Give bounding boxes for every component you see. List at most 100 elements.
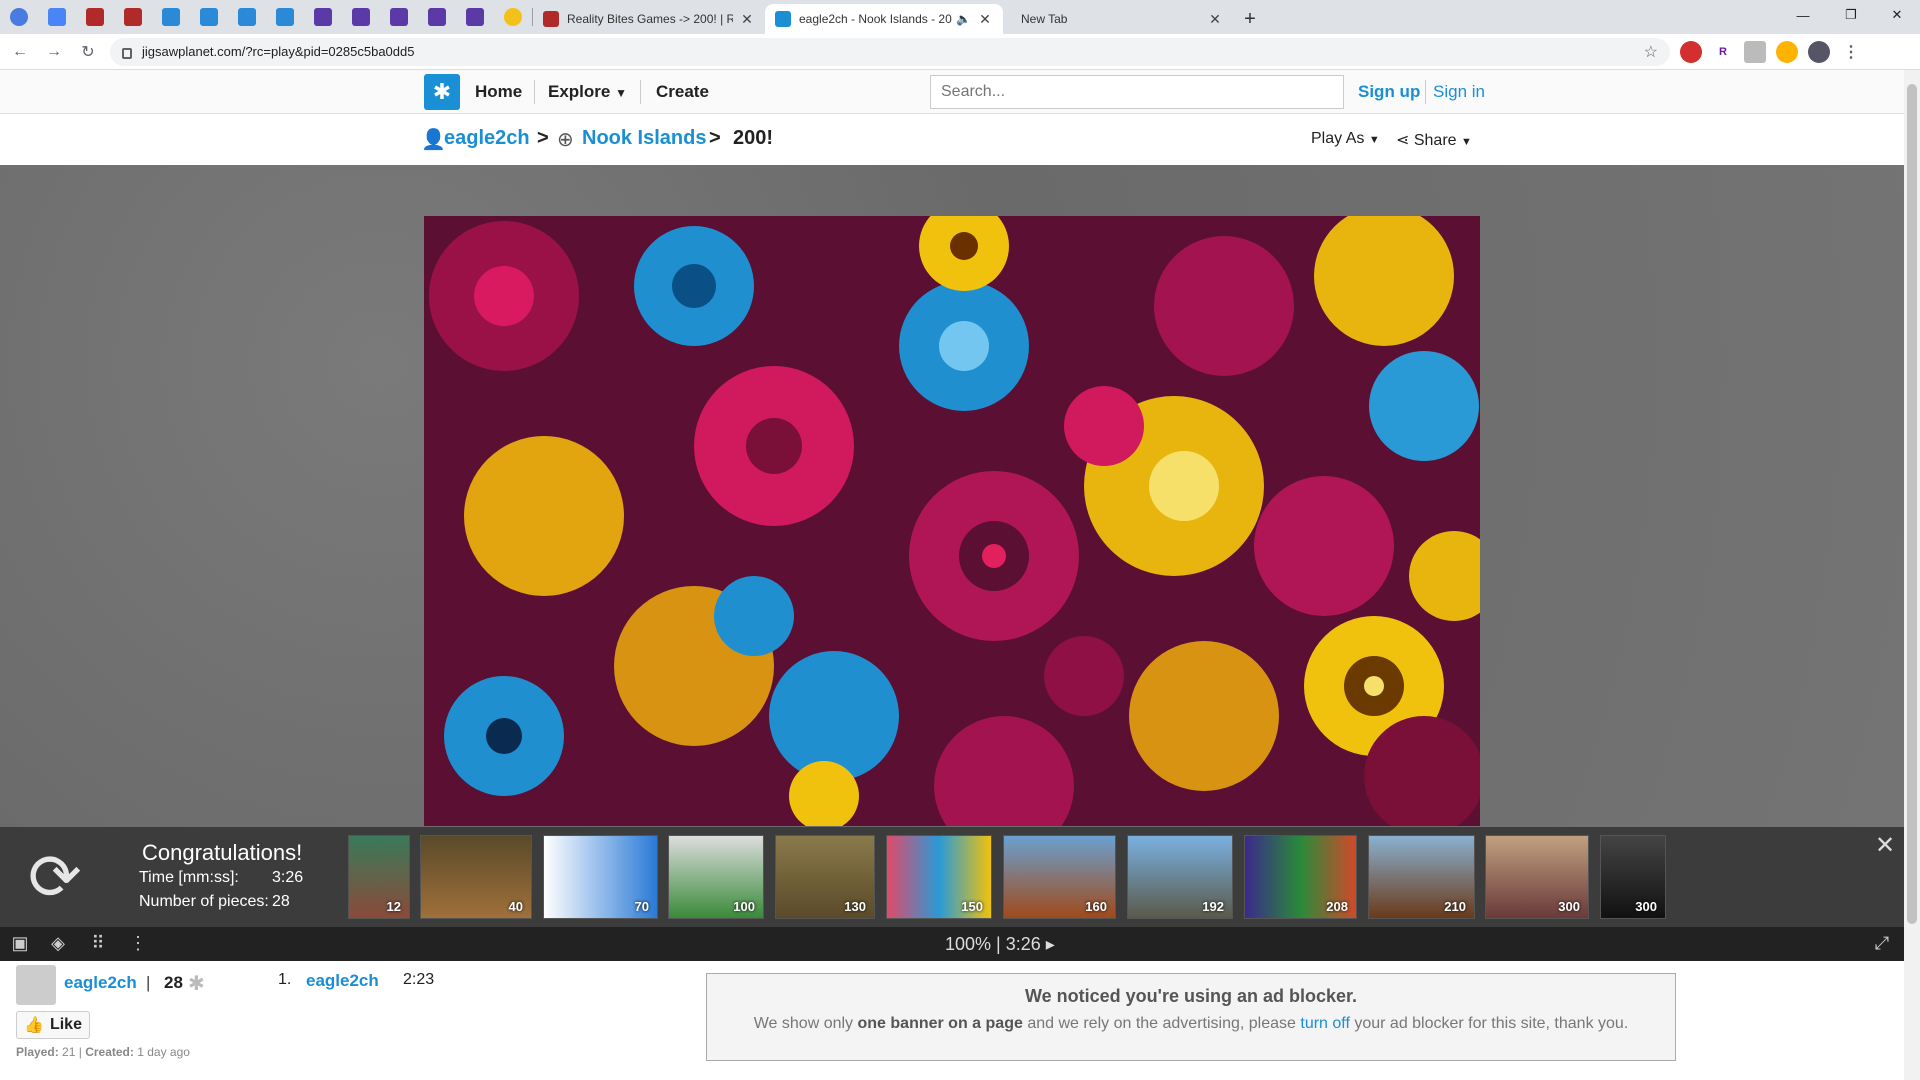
tab-new-tab[interactable]: New Tab ✕ — [1003, 4, 1233, 34]
pinned-tab-2[interactable] — [38, 0, 76, 34]
menu-icon[interactable]: ⋮ — [1840, 41, 1862, 63]
suggested-puzzle[interactable]: 208 — [1244, 835, 1357, 919]
minimize-button[interactable]: — — [1780, 0, 1826, 30]
pinned-tab-4[interactable] — [114, 0, 152, 34]
new-tab-button[interactable]: + — [1233, 4, 1267, 34]
puzzle-count: 28 — [164, 973, 183, 992]
adblock-message: We show only one banner on a page and we… — [707, 1015, 1675, 1033]
extension-icon[interactable] — [1776, 40, 1798, 63]
bookmark-star-icon[interactable]: ☆ — [1644, 42, 1658, 62]
time-label: Time [mm:ss]: — [139, 869, 239, 886]
tab-reality-bites[interactable]: Reality Bites Games -> 200! | Rou ✕ — [533, 4, 765, 34]
page-scrollbar[interactable] — [1904, 70, 1920, 1080]
search-input[interactable] — [930, 75, 1344, 109]
sign-in-link[interactable]: Sign in — [1433, 82, 1485, 102]
close-tab-icon[interactable]: ✕ — [977, 11, 993, 28]
pinned-tab-5[interactable] — [152, 0, 190, 34]
extension-r-icon[interactable]: R — [1712, 40, 1734, 63]
pinned-tab-6[interactable] — [190, 0, 228, 34]
close-tab-icon[interactable]: ✕ — [739, 11, 755, 28]
created-label: Created: — [85, 1045, 134, 1059]
back-icon[interactable]: ← — [6, 38, 34, 66]
image-icon[interactable]: ▣ — [8, 933, 32, 955]
list-icon — [314, 8, 332, 26]
congratulations-panel: ⟳ Congratulations! Time [mm:ss]: 3:26 Nu… — [0, 827, 1904, 927]
chat-icon — [543, 11, 559, 27]
extension-icon[interactable] — [1680, 40, 1702, 63]
tab-eagle2ch[interactable]: eagle2ch - Nook Islands - 20 🔈 ✕ — [765, 4, 1003, 34]
suggested-puzzle[interactable]: 300 — [1485, 835, 1589, 919]
piece-count: 12 — [386, 899, 401, 914]
nav-explore[interactable]: Explore ▼ — [548, 82, 627, 102]
refresh-icon[interactable]: ⟳ — [28, 845, 82, 909]
suggested-puzzle[interactable]: 40 — [420, 835, 532, 919]
pinned-tab-10[interactable] — [342, 0, 380, 34]
extension-icon[interactable] — [1744, 40, 1766, 63]
suggested-puzzle[interactable]: 12 — [348, 835, 410, 919]
pinned-tab-9[interactable] — [304, 0, 342, 34]
play-as-dropdown[interactable]: Play As ▼ — [1311, 130, 1380, 148]
reload-icon[interactable]: ↻ — [74, 38, 102, 66]
pinned-tab-11[interactable] — [380, 0, 418, 34]
separator: | — [146, 973, 151, 992]
blog-icon — [238, 8, 256, 26]
suggested-puzzle[interactable]: 160 — [1003, 835, 1116, 919]
rank-player-link[interactable]: eagle2ch — [306, 971, 379, 991]
avatar[interactable] — [16, 965, 56, 1005]
puzzle-board[interactable] — [0, 165, 1904, 827]
piece-count: 70 — [634, 899, 649, 914]
nav-home[interactable]: Home — [475, 82, 522, 102]
nav-divider — [640, 80, 641, 104]
suggested-puzzle[interactable]: 300 — [1600, 835, 1666, 919]
pinned-tab-13[interactable] — [456, 0, 494, 34]
fullscreen-icon[interactable]: ⤢ — [1870, 933, 1894, 955]
suggested-puzzle[interactable]: 100 — [668, 835, 764, 919]
jigsaw-logo-icon[interactable]: ✱ — [424, 74, 460, 110]
lock-icon — [122, 48, 132, 59]
suggested-puzzle[interactable]: 70 — [543, 835, 658, 919]
zoom-and-timer[interactable]: 100% | 3:26 ▸ — [945, 934, 1055, 955]
restore-button[interactable]: ❐ — [1828, 0, 1874, 30]
puzzle-stats: Played: 21 | Created: 1 day ago — [16, 1045, 190, 1059]
puzzle-control-bar: ▣ ◈ ⠿ ⋮ 100% | 3:26 ▸ ⤢ — [0, 927, 1904, 961]
nav-create[interactable]: Create — [656, 82, 709, 102]
pieces-value: 28 — [272, 893, 290, 910]
more-options-icon[interactable]: ⋮ — [126, 933, 150, 955]
pinned-tab-1[interactable] — [0, 0, 38, 34]
url-text: jigsawplanet.com/?rc=play&pid=0285c5ba0d… — [142, 44, 415, 59]
grid-icon[interactable]: ⠿ — [86, 933, 110, 955]
piece-count: 210 — [1444, 899, 1466, 914]
nav-explore-label: Explore — [548, 82, 611, 101]
breadcrumb-collection[interactable]: Nook Islands — [582, 127, 706, 150]
url-field[interactable]: jigsawplanet.com/?rc=play&pid=0285c5ba0d… — [110, 37, 1670, 66]
blog-icon — [276, 8, 294, 26]
author-link[interactable]: eagle2ch — [64, 973, 137, 993]
pinned-tab-14[interactable] — [494, 0, 532, 34]
forward-icon[interactable]: → — [40, 38, 68, 66]
ghost-image-icon[interactable]: ◈ — [46, 933, 70, 955]
pinned-tab-8[interactable] — [266, 0, 304, 34]
breadcrumb-separator: > — [709, 127, 721, 149]
turn-off-link[interactable]: turn off — [1300, 1015, 1350, 1032]
speaker-icon[interactable]: 🔈 — [956, 12, 971, 26]
suggested-puzzle[interactable]: 150 — [886, 835, 992, 919]
suggested-puzzle[interactable]: 210 — [1368, 835, 1475, 919]
suggested-puzzle[interactable]: 130 — [775, 835, 875, 919]
puzzle-piece-icon: ✱ — [188, 973, 205, 995]
breadcrumb-user[interactable]: eagle2ch — [444, 127, 530, 150]
suggested-puzzle[interactable]: 192 — [1127, 835, 1233, 919]
like-button[interactable]: 👍 Like — [16, 1011, 90, 1039]
scrollbar-thumb[interactable] — [1907, 84, 1917, 924]
piece-count: 130 — [844, 899, 866, 914]
pinned-tab-3[interactable] — [76, 0, 114, 34]
share-dropdown[interactable]: ⋖ Share ▼ — [1396, 130, 1472, 150]
share-label: Share — [1413, 132, 1457, 149]
pinned-tab-12[interactable] — [418, 0, 456, 34]
close-tab-icon[interactable]: ✕ — [1207, 11, 1223, 28]
sign-up-link[interactable]: Sign up — [1358, 82, 1420, 102]
close-icon[interactable]: ✕ — [1875, 831, 1895, 860]
profile-avatar[interactable] — [1808, 40, 1830, 63]
list-icon — [352, 8, 370, 26]
close-window-button[interactable]: ✕ — [1874, 0, 1920, 30]
pinned-tab-7[interactable] — [228, 0, 266, 34]
